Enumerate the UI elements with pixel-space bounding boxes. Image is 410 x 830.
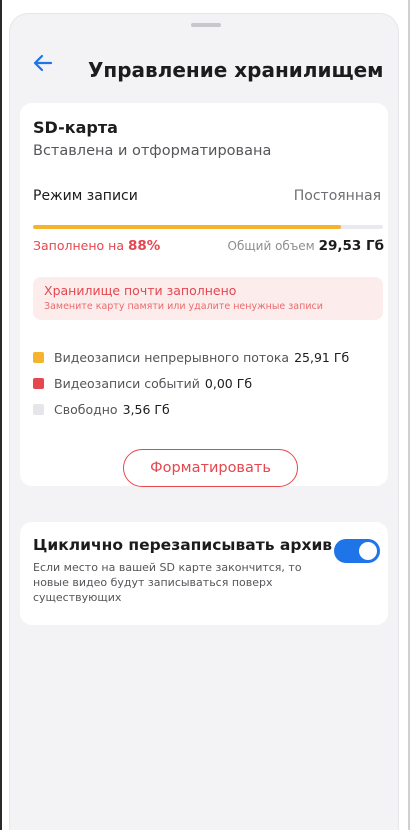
legend-label: Видеозаписи событий bbox=[54, 375, 200, 391]
filled-prefix: Заполнено на bbox=[33, 238, 124, 253]
storage-warning-alert: Хранилище почти заполнено Замените карту… bbox=[33, 277, 383, 320]
legend-label: Свободно bbox=[54, 401, 118, 417]
sd-card-panel: SD-карта Вставлена и отформатирована Реж… bbox=[20, 103, 388, 487]
cyclic-overwrite-description: Если место на вашей SD карте закончится,… bbox=[33, 561, 302, 604]
storage-progress-bar bbox=[33, 225, 383, 229]
storage-sheet: Управление хранилищем SD-карта Вставлена… bbox=[10, 14, 398, 830]
cyclic-overwrite-title: Циклично перезаписывать архив bbox=[33, 536, 333, 554]
format-button[interactable]: Форматировать bbox=[123, 449, 298, 487]
total-capacity: Общий объем 29,53 Гб bbox=[228, 238, 384, 254]
legend-value: 3,56 Гб bbox=[122, 401, 170, 417]
record-mode-label: Режим записи bbox=[33, 188, 138, 204]
total-label: Общий объем bbox=[227, 239, 315, 253]
screen-edge-left bbox=[0, 0, 2, 830]
sd-card-title: SD-карта bbox=[33, 118, 118, 137]
alert-title: Хранилище почти заполнено bbox=[44, 283, 237, 298]
filled-text: Заполнено на 88% bbox=[33, 238, 160, 254]
legend-item-free: Свободно 3,56 Гб bbox=[33, 401, 170, 417]
legend-item-continuous: Видеозаписи непрерывного потока 25,91 Гб bbox=[33, 349, 349, 365]
total-value: 29,53 Гб bbox=[318, 238, 384, 254]
filled-percent: 88% bbox=[127, 238, 161, 254]
legend-swatch-continuous bbox=[33, 351, 44, 363]
legend-label: Видеозаписи непрерывного потока bbox=[54, 349, 290, 365]
sd-card-status: Вставлена и отформатирована bbox=[33, 143, 272, 159]
cyclic-overwrite-panel: Циклично перезаписывать архив Если место… bbox=[20, 522, 388, 625]
toggle-knob bbox=[359, 542, 377, 560]
record-mode-value: Постоянная bbox=[293, 188, 381, 204]
sheet-grabber[interactable] bbox=[191, 23, 221, 27]
legend-item-events: Видеозаписи событий 0,00 Гб bbox=[33, 375, 252, 391]
legend-swatch-events bbox=[33, 377, 44, 389]
page-title: Управление хранилищем bbox=[88, 58, 384, 82]
legend-value: 25,91 Гб bbox=[294, 349, 350, 365]
legend-value: 0,00 Гб bbox=[204, 375, 253, 391]
cyclic-overwrite-toggle[interactable] bbox=[334, 539, 380, 563]
back-button[interactable] bbox=[30, 50, 56, 76]
storage-progress-fill bbox=[33, 225, 341, 229]
legend-swatch-free bbox=[33, 403, 44, 415]
arrow-left-icon bbox=[33, 54, 53, 72]
alert-subtitle: Замените карту памяти или удалите ненужн… bbox=[44, 301, 323, 312]
